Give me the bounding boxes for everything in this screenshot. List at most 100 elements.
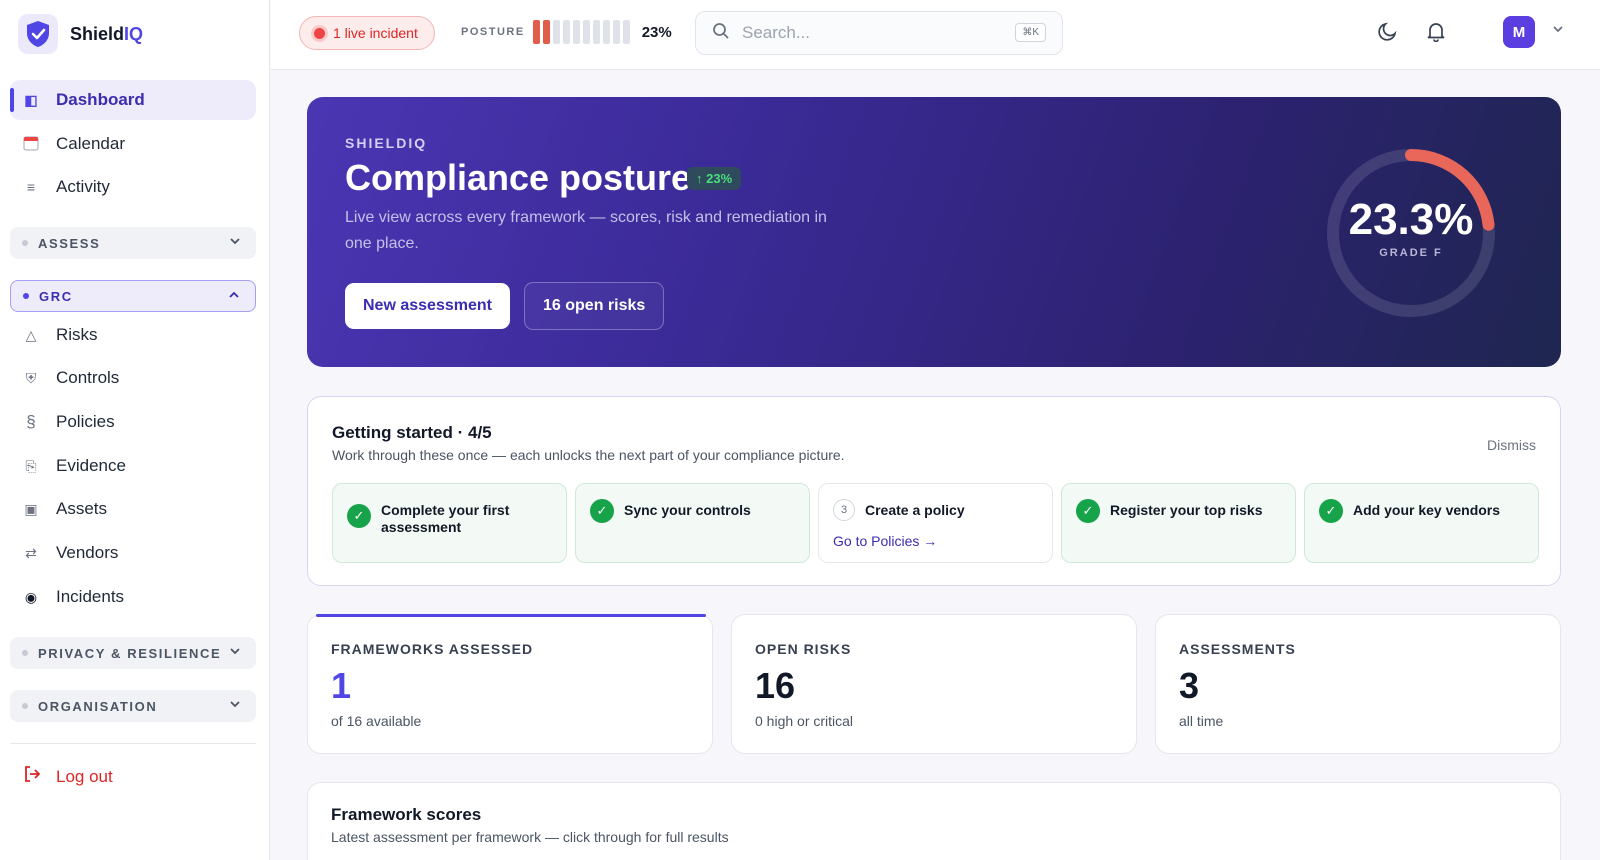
sidebar-item-label: Assets bbox=[56, 499, 108, 518]
sidebar-item-dashboard[interactable]: ◧ Dashboard bbox=[10, 80, 256, 120]
section-label: PRIVACY & RESILIENCE bbox=[38, 645, 222, 661]
section-assess[interactable]: ASSESS bbox=[10, 227, 256, 259]
hero-eyebrow: SHIELDIQ bbox=[345, 135, 428, 151]
stat-sub: of 16 available bbox=[331, 713, 422, 729]
theme-toggle-button[interactable] bbox=[1375, 20, 1401, 46]
step-complete-assessment[interactable]: ✓ Complete your first assessment bbox=[332, 483, 567, 563]
sidebar-item-label: Policies bbox=[56, 412, 115, 431]
sidebar-item-label: Controls bbox=[56, 368, 120, 387]
check-icon: ✓ bbox=[347, 504, 371, 528]
sidebar-item-activity[interactable]: ≡ Activity bbox=[10, 167, 256, 207]
check-icon: ✓ bbox=[590, 499, 614, 523]
sidebar-item-calendar[interactable]: Calendar bbox=[10, 124, 256, 164]
search-icon bbox=[712, 22, 730, 45]
stat-sub: all time bbox=[1179, 713, 1224, 729]
stat-open-risks[interactable]: OPEN RISKS 16 0 high or critical bbox=[731, 614, 1137, 754]
section-label: ASSESS bbox=[38, 235, 101, 251]
step-label: Add your key vendors bbox=[1353, 502, 1501, 518]
sidebar-item-evidence[interactable]: ⎘ Evidence bbox=[10, 446, 256, 486]
brand[interactable]: ShieldIQ bbox=[18, 14, 143, 54]
logout-icon bbox=[22, 764, 42, 789]
dismiss-button[interactable]: Dismiss bbox=[1487, 437, 1536, 453]
section-grc[interactable]: GRC bbox=[10, 280, 256, 312]
search-box[interactable]: ⌘K bbox=[695, 11, 1063, 55]
framework-scores-subtitle: Latest assessment per framework — click … bbox=[331, 829, 729, 845]
sidebar: ShieldIQ ◧ Dashboard Calendar ≡ Activity… bbox=[0, 0, 270, 860]
sidebar-item-vendors[interactable]: ⇄ Vendors bbox=[10, 533, 256, 573]
stat-assessments[interactable]: ASSESSMENTS 3 all time bbox=[1155, 614, 1561, 754]
step-number: 3 bbox=[833, 499, 855, 521]
section-dot bbox=[23, 293, 29, 299]
open-risks-button[interactable]: 16 open risks bbox=[524, 282, 665, 330]
gauge-value: 23.3% bbox=[1348, 195, 1474, 244]
calendar-icon bbox=[22, 135, 40, 154]
sidebar-item-controls[interactable]: ⛨ Controls bbox=[10, 358, 256, 398]
section-dot bbox=[22, 703, 28, 709]
check-icon: ✓ bbox=[1319, 499, 1343, 523]
sidebar-item-assets[interactable]: ▣ Assets bbox=[10, 489, 256, 529]
stat-accent-bar bbox=[316, 614, 706, 617]
sidebar-item-label: Vendors bbox=[56, 543, 119, 562]
chevron-down-icon[interactable] bbox=[1551, 22, 1565, 41]
stat-label: ASSESSMENTS bbox=[1179, 641, 1296, 657]
chevron-down-icon bbox=[228, 644, 242, 661]
hero-subtitle: Live view across every framework — score… bbox=[345, 209, 827, 252]
sidebar-divider bbox=[10, 743, 256, 744]
brand-name: ShieldIQ bbox=[70, 23, 144, 44]
posture-bar-segment bbox=[592, 20, 600, 44]
shield-logo-icon bbox=[18, 14, 58, 54]
bell-icon bbox=[1425, 20, 1447, 47]
new-assessment-button[interactable]: New assessment bbox=[345, 283, 510, 329]
stat-value: 1 bbox=[331, 665, 352, 706]
posture-bar-segment bbox=[612, 20, 620, 44]
live-incident-badge[interactable]: 1 live incident bbox=[299, 16, 435, 50]
sidebar-item-incidents[interactable]: ◉ Incidents bbox=[10, 577, 256, 617]
posture-bar-segment bbox=[542, 20, 550, 44]
search-input[interactable] bbox=[742, 23, 1002, 43]
incident-icon: ◉ bbox=[24, 588, 38, 605]
step-add-vendors[interactable]: ✓ Add your key vendors bbox=[1304, 483, 1539, 563]
step-create-policy[interactable]: 3 Create a policy Go to Policies → bbox=[818, 483, 1053, 563]
step-register-risks[interactable]: ✓ Register your top risks bbox=[1061, 483, 1296, 563]
asset-icon: ▣ bbox=[24, 500, 38, 517]
search-shortcut: ⌘K bbox=[1015, 23, 1046, 42]
gauge-grade: GRADE F bbox=[1379, 247, 1443, 259]
stat-label: FRAMEWORKS ASSESSED bbox=[331, 641, 534, 657]
transfer-icon: ⇄ bbox=[25, 544, 37, 561]
logout-button[interactable]: Log out bbox=[22, 764, 113, 789]
posture-label: POSTURE bbox=[461, 26, 525, 38]
logout-label: Log out bbox=[56, 766, 113, 786]
step-sync-controls[interactable]: ✓ Sync your controls bbox=[575, 483, 810, 563]
stat-sub: 0 high or critical bbox=[755, 713, 854, 729]
section-privacy-resilience[interactable]: PRIVACY & RESILIENCE bbox=[10, 637, 256, 669]
go-to-policies-link[interactable]: Go to Policies → bbox=[833, 533, 937, 549]
topbar: 1 live incident POSTURE 23% ⌘K M bbox=[271, 0, 1600, 70]
posture-meter: POSTURE 23% bbox=[461, 20, 672, 44]
getting-started-card: Getting started · 4/5 Work through these… bbox=[307, 396, 1561, 586]
live-dot-icon bbox=[314, 27, 325, 39]
compliance-hero: SHIELDIQ Compliance posture ↑ 23% Live v… bbox=[307, 97, 1561, 367]
posture-bar-segment bbox=[562, 20, 570, 44]
moon-icon bbox=[1377, 20, 1399, 47]
getting-started-subtitle: Work through these once — each unlocks t… bbox=[332, 447, 845, 463]
step-label: Sync your controls bbox=[624, 502, 751, 518]
posture-bar-segment bbox=[552, 20, 560, 44]
stat-frameworks-assessed[interactable]: FRAMEWORKS ASSESSED 1 of 16 available bbox=[307, 614, 713, 754]
posture-bar-segment bbox=[602, 20, 610, 44]
framework-scores-title: Framework scores bbox=[331, 805, 482, 824]
chevron-down-icon bbox=[228, 697, 242, 714]
stat-label: OPEN RISKS bbox=[755, 641, 852, 657]
step-label: Register your top risks bbox=[1110, 502, 1263, 518]
framework-scores-card: Framework scores Latest assessment per f… bbox=[307, 782, 1561, 860]
avatar[interactable]: M bbox=[1503, 16, 1535, 48]
sidebar-item-label: Risks bbox=[56, 325, 98, 344]
shield-icon: ⛨ bbox=[25, 369, 37, 386]
check-icon: ✓ bbox=[1076, 499, 1100, 523]
posture-bar-segment bbox=[572, 20, 580, 44]
section-dot bbox=[22, 240, 28, 246]
sidebar-item-risks[interactable]: △ Risks bbox=[10, 315, 256, 355]
posture-bars bbox=[532, 20, 630, 44]
section-organisation[interactable]: ORGANISATION bbox=[10, 690, 256, 722]
notifications-button[interactable] bbox=[1423, 20, 1449, 46]
sidebar-item-policies[interactable]: § Policies bbox=[10, 402, 256, 442]
